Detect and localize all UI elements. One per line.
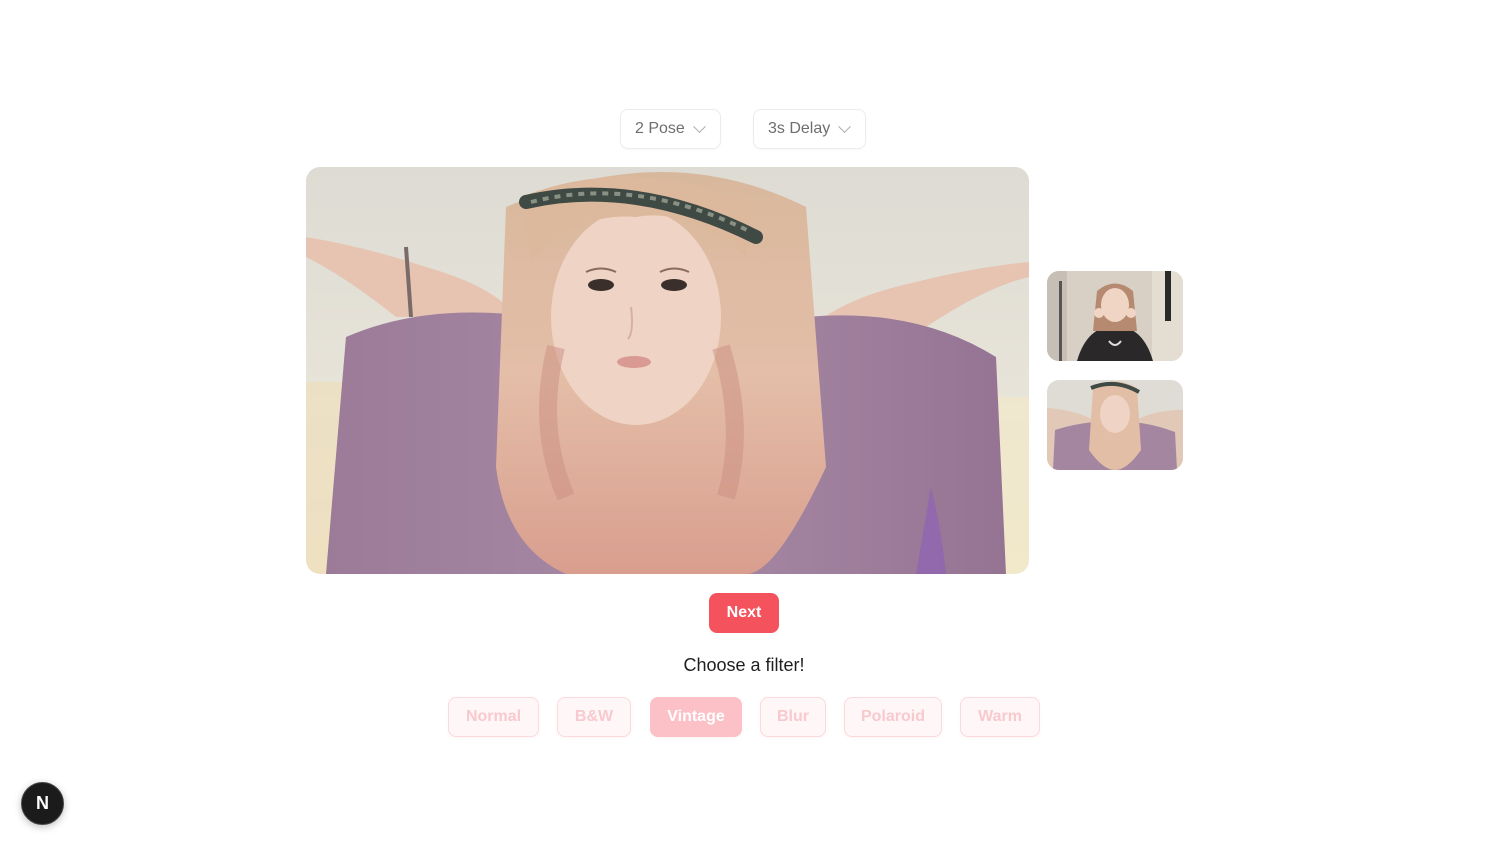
delay-select[interactable]: 3s Delay	[753, 109, 866, 149]
filter-warm-button[interactable]: Warm	[960, 697, 1040, 737]
thumbnail-photo-2[interactable]	[1047, 380, 1183, 470]
delay-value: 3s Delay	[768, 120, 831, 137]
filter-bw-button[interactable]: B&W	[557, 697, 631, 737]
photobooth-page: 2 Pose 3s Delay Next Choose a filter! No…	[0, 0, 1488, 845]
dev-badge-label: N	[36, 793, 49, 813]
filter-vintage-button[interactable]: Vintage	[650, 697, 742, 737]
filter-section-title: Choose a filter!	[683, 655, 805, 675]
pose-count-value: 2 Pose	[635, 120, 685, 137]
filter-normal-button[interactable]: Normal	[448, 697, 539, 737]
next-button[interactable]: Next	[709, 593, 779, 633]
main-photo-preview	[306, 167, 1029, 574]
thumbnail-photo-1-image	[1047, 271, 1183, 361]
pose-count-select[interactable]: 2 Pose	[620, 109, 721, 149]
filter-blur-button[interactable]: Blur	[760, 697, 826, 737]
filter-polaroid-button[interactable]: Polaroid	[844, 697, 942, 737]
thumbnail-photo-1[interactable]	[1047, 271, 1183, 361]
thumbnail-photo-2-image	[1047, 380, 1183, 470]
filter-options: Normal B&W Vintage Blur Polaroid Warm	[0, 697, 1488, 737]
chevron-down-icon	[838, 119, 852, 133]
chevron-down-icon	[692, 119, 706, 133]
nextjs-logo-icon[interactable]: N	[21, 782, 64, 825]
main-photo-image	[306, 167, 1029, 574]
